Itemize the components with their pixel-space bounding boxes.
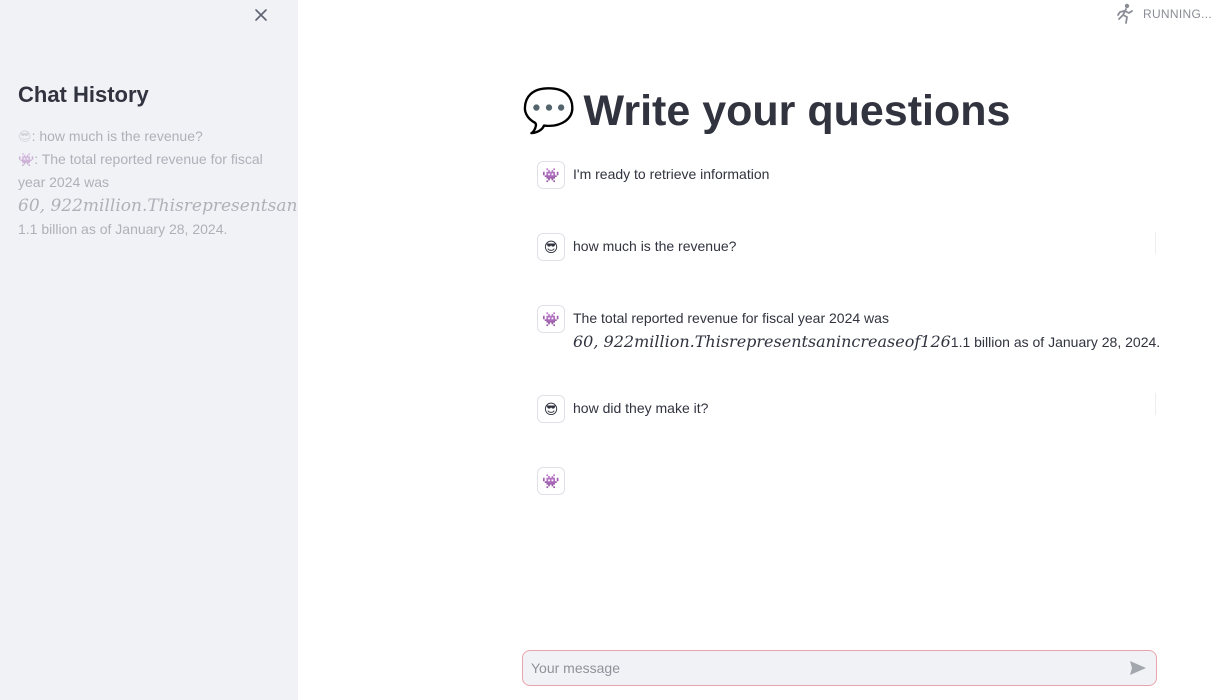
chat-input-box: [522, 650, 1157, 686]
alien-monster-icon: 👾: [537, 467, 565, 495]
chat-message-user: 😎 how did they make it?: [537, 395, 1157, 423]
page-title-text: Write your questions: [583, 86, 1011, 135]
chat-message-assistant: 👾 The total reported revenue for fiscal …: [537, 305, 1160, 354]
history-item-math: 60, 922million.Thisrepresentsanincreaseo…: [18, 196, 298, 216]
sidebar-title: Chat History: [18, 82, 149, 107]
page-title: 💬 Write your questions: [522, 84, 1010, 138]
message-tail: 1.1 billion as of January 28, 2024.: [950, 334, 1161, 350]
history-item: 👾: The total reported revenue for fiscal…: [18, 148, 298, 241]
alien-monster-icon: 👾: [537, 161, 565, 189]
send-icon: [1130, 661, 1146, 675]
close-icon: [255, 9, 267, 21]
message-text: I'm ready to retrieve information: [573, 166, 770, 182]
message-edge: [1155, 232, 1156, 254]
history-item-tail: 1.1 billion as of January 28, 2024.: [18, 221, 228, 237]
alien-monster-icon: 👾: [18, 152, 35, 167]
message-input[interactable]: [523, 660, 1120, 676]
chat-message-user: 😎 how much is the revenue?: [537, 233, 1157, 261]
history-item-text: : The total reported revenue for fiscal …: [18, 151, 263, 190]
sunglasses-face-icon: 😎: [537, 395, 565, 423]
send-button[interactable]: [1120, 651, 1156, 685]
sunglasses-face-icon: 😎: [537, 233, 565, 261]
status-label: RUNNING...: [1143, 7, 1212, 21]
close-sidebar-button[interactable]: [250, 4, 272, 26]
sidebar: Chat History 😎: how much is the revenue?…: [0, 0, 298, 700]
message-text: how much is the revenue?: [573, 238, 737, 254]
message-edge: [1155, 393, 1156, 415]
message-text: how did they make it?: [573, 400, 709, 416]
sunglasses-face-icon: 😎: [18, 129, 32, 144]
message-math: 60, 922million.Thisrepresentsanincreaseo…: [573, 332, 951, 351]
chat-message-assistant: 👾: [537, 467, 1157, 495]
history-item: 😎: how much is the revenue?: [18, 125, 288, 148]
message-text-line: The total reported revenue for fiscal ye…: [573, 310, 889, 326]
running-status: RUNNING...: [1115, 2, 1212, 26]
chat-message-assistant: 👾 I'm ready to retrieve information: [537, 161, 1157, 189]
chat-history-list: 😎: how much is the revenue? 👾: The total…: [18, 125, 298, 241]
message-text-line: 60, 922million.Thisrepresentsanincreaseo…: [573, 330, 1160, 354]
speech-bubble-icon: 💬: [522, 87, 576, 135]
history-item-text: : how much is the revenue?: [31, 128, 203, 144]
alien-monster-icon: 👾: [537, 305, 565, 333]
message-text: The total reported revenue for fiscal ye…: [573, 305, 1160, 354]
running-man-icon: [1117, 3, 1133, 24]
